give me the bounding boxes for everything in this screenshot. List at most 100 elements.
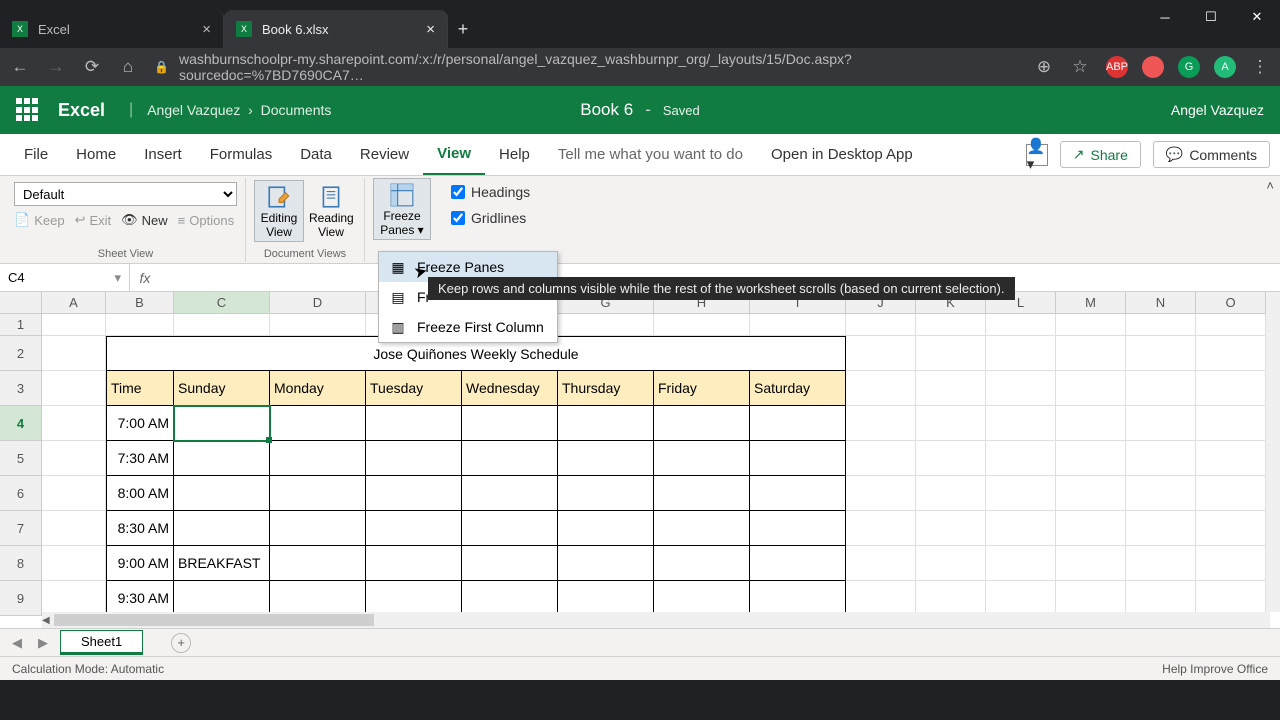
cell[interactable] (366, 406, 462, 441)
cell[interactable] (1126, 406, 1196, 441)
row-header[interactable]: 6 (0, 476, 42, 511)
cell[interactable] (750, 546, 846, 581)
row-header[interactable]: 8 (0, 546, 42, 581)
cell[interactable] (1056, 581, 1126, 616)
cell[interactable] (42, 581, 106, 616)
cell[interactable] (750, 441, 846, 476)
cell[interactable] (42, 441, 106, 476)
ext-green-icon[interactable]: G (1178, 56, 1200, 78)
cell[interactable] (1126, 441, 1196, 476)
cell[interactable]: Sunday (174, 371, 270, 406)
cell[interactable] (366, 581, 462, 616)
close-window-button[interactable]: ✕ (1234, 0, 1280, 34)
horizontal-scrollbar[interactable]: ◀ (42, 612, 1270, 628)
cell[interactable] (42, 476, 106, 511)
cell[interactable]: 8:00 AM (106, 476, 174, 511)
tab-review[interactable]: Review (346, 134, 423, 175)
cell[interactable] (916, 546, 986, 581)
cell[interactable] (270, 511, 366, 546)
maximize-button[interactable]: ☐ (1188, 0, 1234, 34)
cell[interactable]: Saturday (750, 371, 846, 406)
row-header[interactable]: 2 (0, 336, 42, 371)
cell[interactable] (558, 314, 654, 336)
cell[interactable] (270, 314, 366, 336)
home-button[interactable]: ⌂ (118, 57, 138, 77)
cell[interactable] (750, 476, 846, 511)
doc-title[interactable]: Book 6 - Saved (580, 100, 699, 120)
prev-sheet-icon[interactable]: ◀ (8, 635, 26, 651)
app-launcher-icon[interactable] (16, 98, 40, 122)
cell[interactable] (986, 314, 1056, 336)
tab-help[interactable]: Help (485, 134, 544, 175)
cell[interactable] (654, 441, 750, 476)
cell[interactable] (462, 476, 558, 511)
cell[interactable]: 7:00 AM (106, 406, 174, 441)
cell[interactable] (174, 314, 270, 336)
cell[interactable] (846, 511, 916, 546)
share-button[interactable]: ↗ Share (1060, 141, 1141, 168)
cell[interactable] (916, 581, 986, 616)
cell[interactable] (558, 476, 654, 511)
col-header[interactable]: B (106, 292, 174, 313)
next-sheet-icon[interactable]: ▶ (34, 635, 52, 651)
cell[interactable] (654, 476, 750, 511)
cell[interactable] (462, 511, 558, 546)
cell[interactable] (174, 511, 270, 546)
headings-checkbox[interactable]: Headings (451, 184, 530, 200)
cell[interactable]: BREAKFAST (174, 546, 270, 581)
cell[interactable] (42, 406, 106, 441)
cell[interactable] (1126, 511, 1196, 546)
cell[interactable] (1196, 511, 1266, 546)
presence-avatar[interactable]: 👤▾ (1026, 144, 1048, 166)
cell[interactable] (270, 476, 366, 511)
cell[interactable] (1126, 476, 1196, 511)
row-header[interactable]: 9 (0, 581, 42, 616)
gridlines-checkbox[interactable]: Gridlines (451, 210, 530, 226)
cell[interactable] (558, 546, 654, 581)
cell[interactable] (1056, 371, 1126, 406)
open-desktop-button[interactable]: Open in Desktop App (757, 134, 927, 175)
cell[interactable] (846, 371, 916, 406)
cell[interactable] (654, 546, 750, 581)
cell[interactable] (42, 314, 106, 336)
cell[interactable] (654, 581, 750, 616)
close-icon[interactable]: × (426, 21, 435, 38)
col-header[interactable]: N (1126, 292, 1196, 313)
cell[interactable]: 7:30 AM (106, 441, 174, 476)
new-tab-button[interactable]: + (448, 14, 478, 44)
cell[interactable] (1056, 546, 1126, 581)
cell[interactable] (1056, 476, 1126, 511)
tab-view[interactable]: View (423, 134, 485, 175)
cell[interactable] (1126, 581, 1196, 616)
cell[interactable] (986, 371, 1056, 406)
col-header[interactable]: D (270, 292, 366, 313)
cell[interactable] (270, 406, 366, 441)
ext-abp-icon[interactable]: ABP (1106, 56, 1128, 78)
cell[interactable] (106, 314, 174, 336)
col-header[interactable]: C (174, 292, 270, 313)
cell[interactable] (986, 406, 1056, 441)
menu-freeze-first-column[interactable]: ▥ Freeze First Column (379, 312, 557, 342)
editing-view-button[interactable]: Editing View (254, 180, 304, 242)
row-header[interactable]: 1 (0, 314, 42, 336)
cell[interactable] (1056, 314, 1126, 336)
cell[interactable] (1056, 511, 1126, 546)
user-name[interactable]: Angel Vazquez (1171, 102, 1264, 118)
col-header[interactable]: A (42, 292, 106, 313)
cell[interactable] (846, 476, 916, 511)
cell[interactable] (366, 546, 462, 581)
cell[interactable] (916, 314, 986, 336)
cell[interactable]: Monday (270, 371, 366, 406)
row-header[interactable]: 5 (0, 441, 42, 476)
cell[interactable]: 8:30 AM (106, 511, 174, 546)
col-header[interactable]: M (1056, 292, 1126, 313)
select-all-corner[interactable] (0, 292, 42, 313)
minimize-button[interactable]: ─ (1142, 0, 1188, 34)
cell[interactable] (846, 406, 916, 441)
close-icon[interactable]: × (202, 21, 211, 38)
cell[interactable] (366, 476, 462, 511)
row-header[interactable]: 3 (0, 371, 42, 406)
cell[interactable] (986, 476, 1056, 511)
cell[interactable]: Time (106, 371, 174, 406)
name-box[interactable]: C4▾ (0, 264, 130, 291)
